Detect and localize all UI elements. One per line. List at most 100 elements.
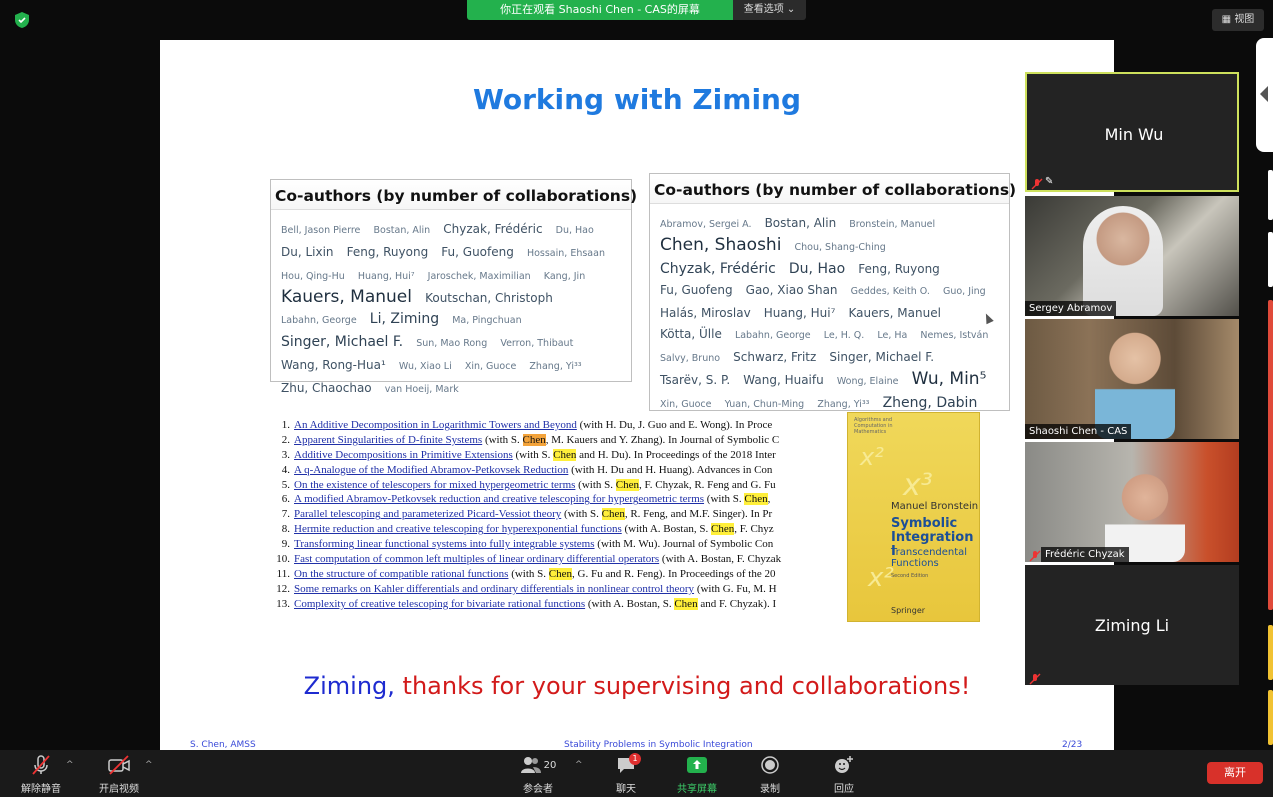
coauthor-name: Le, Ha [877,330,908,341]
caret-up-icon[interactable]: ^ [145,760,153,770]
coauthor-name: Ma, Pingchuan [452,315,522,326]
publication-number: 10. [276,553,290,566]
book-author: Manuel Bronstein [891,501,979,512]
chevron-down-icon: ⌄ [786,4,796,15]
caret-up-icon[interactable]: ^ [66,760,74,770]
coauthor-name: Wang, Huaifu [743,373,824,387]
publication-detail: (with S. [482,433,523,446]
muted-mic-icon [1029,670,1041,685]
coauthors-panel-left: Co-authors (by number of collaborations)… [270,179,637,395]
participants-button[interactable]: 20 参会者 [503,754,573,795]
coauthor-name: Zheng, Dabin [882,395,978,411]
caret-up-icon[interactable]: ^ [575,760,583,770]
participant-tile[interactable]: Shaoshi Chen - CAS [1025,319,1239,439]
leave-button[interactable]: 离开 [1207,762,1263,784]
publication-number: 6. [281,493,290,506]
coauthor-name: Bronstein, Manuel [849,219,936,230]
chat-icon [591,754,661,776]
coauthor-name: Feng, Ruyong [858,262,940,276]
chat-badge: 1 [629,753,641,765]
coauthor-name: Fu, Guofeng [441,245,514,259]
start-video-label: 开启视频 [99,784,139,795]
publication-item: 12. Some remarks on Kahler differentials … [272,582,792,597]
publication-detail: , [767,493,771,506]
publication-link[interactable]: On the structure of compatible rational … [294,568,508,580]
view-button[interactable]: ▦ 视图 [1212,9,1264,31]
coauthor-name: Wang, Rong-Hua¹ [281,358,386,372]
publication-link[interactable]: Apparent Singularities of D-finite Syste… [294,434,482,446]
coauthor-name: Huang, Hui⁷ [763,306,836,320]
participant-name-display: Ziming Li [1094,615,1170,635]
publication-number: 5. [281,478,290,491]
publication-item: 5. On the existence of telescopers for mi… [272,478,792,493]
publication-link[interactable]: A q-Analogue of the Modified Abramov-Pet… [294,464,568,476]
coauthor-name: Wong, Elaine [836,376,899,387]
publication-link[interactable]: Fast computation of common left multiple… [294,553,659,565]
publication-number: 2. [281,433,290,446]
reactions-button[interactable]: 回应 [809,754,879,795]
publication-detail: (with S. [575,478,616,491]
publication-link[interactable]: A modified Abramov-Petkovsek reduction a… [294,493,704,505]
participant-tile[interactable]: Min Wu ✎ [1025,72,1239,192]
publication-link[interactable]: Parallel telescoping and parameterized P… [294,508,561,520]
coauthor-name: Du, Hao [555,225,594,236]
book-decoration: x² [868,563,894,593]
publication-link[interactable]: An Additive Decomposition in Logarithmic… [294,419,577,431]
coauthor-name: Li, Ziming [369,311,440,327]
publication-number: 12. [276,582,290,595]
coauthor-name: Schwarz, Fritz [733,350,817,364]
collapse-panel-button[interactable] [1256,38,1273,152]
publication-item: 3. Additive Decompositions in Primitive E… [272,448,792,463]
record-label: 录制 [760,784,780,795]
publication-link[interactable]: Additive Decompositions in Primitive Ext… [294,449,513,461]
publication-detail: (with A. Bostan, S. [585,597,675,610]
record-icon [735,754,805,776]
publication-number: 8. [281,523,290,536]
thanks-name: Ziming, [303,672,395,700]
publication-detail: (with S. [512,448,554,461]
publication-detail: (with G. Fu, M. H [694,582,777,595]
video-feed [1095,327,1175,439]
coauthor-name: Du, Hao [788,261,846,277]
security-shield-icon[interactable] [12,10,32,30]
book-publisher: Springer [891,606,926,615]
shared-slide: Working with Ziming Co-authors (by numbe… [160,40,1114,750]
meeting-toolbar: 解除静音 ^ 开启视频 ^ 20 参会者 ^ 聊天 1 共享屏幕 录制 回应 [0,750,1273,797]
participant-name-label: Frédéric Chyzak [1041,547,1129,562]
video-off-icon [84,754,154,776]
coauthor-name: Zhang, Yi³³ [529,361,582,372]
slide-title: Working with Ziming [472,83,802,116]
screen-share-banner: 你正在观看 Shaoshi Chen - CAS的屏幕 [467,0,733,20]
publication-link[interactable]: Hermite reduction and creative telescopi… [294,523,622,535]
share-screen-button[interactable]: 共享屏幕 [662,754,732,795]
coauthors-panel-right: Co-authors (by number of collaborations)… [649,173,1016,411]
coauthor-name: Nemes, István [920,330,989,341]
publication-link[interactable]: Some remarks on Kahler differentials and… [294,583,694,595]
coauthor-name: Bostan, Alin [764,216,837,230]
publication-link[interactable]: Transforming linear functional systems i… [294,538,595,550]
participant-tile[interactable]: Sergey Abramov [1025,196,1239,316]
coauthor-cloud: Bell, Jason Pierre Bostan, Alin Chyzak, … [271,210,631,408]
coauthor-name: Kötta, Ülle [660,327,722,341]
coauthor-name: Singer, Michael F. [829,350,935,364]
coauthor-name: Hou, Qing-Hu [281,271,345,282]
book-decoration: x³ [903,468,933,503]
coauthor-name: Zhang, Yi³³ [817,399,870,410]
participant-tile[interactable]: Ziming Li [1025,565,1239,685]
coauthor-name: van Hoeij, Mark [384,384,459,395]
publication-link[interactable]: Complexity of creative telescoping for b… [294,598,585,610]
publication-link[interactable]: On the existence of telescopers for mixe… [294,479,575,491]
view-options-dropdown[interactable]: 查看选项 ⌄ [733,0,806,20]
coauthor-name: Fu, Guofeng [660,283,733,297]
participant-tile[interactable]: Frédéric Chyzak [1025,442,1239,562]
publication-detail: , M. Kauers and Y. Zhang). In Journal of… [545,433,780,446]
search-highlight: Chen [553,448,577,461]
chat-button[interactable]: 聊天 [591,754,661,795]
start-video-button[interactable]: 开启视频 [84,754,154,795]
coauthor-name: Chou, Shang-Ching [794,242,886,253]
grid-icon: ▦ [1221,14,1232,25]
participant-name-display: Min Wu [1104,124,1164,144]
footer-title: Stability Problems in Symbolic Integrati… [564,740,753,750]
publication-item: 1. An Additive Decomposition in Logarithm… [272,418,792,433]
record-button[interactable]: 录制 [735,754,805,795]
